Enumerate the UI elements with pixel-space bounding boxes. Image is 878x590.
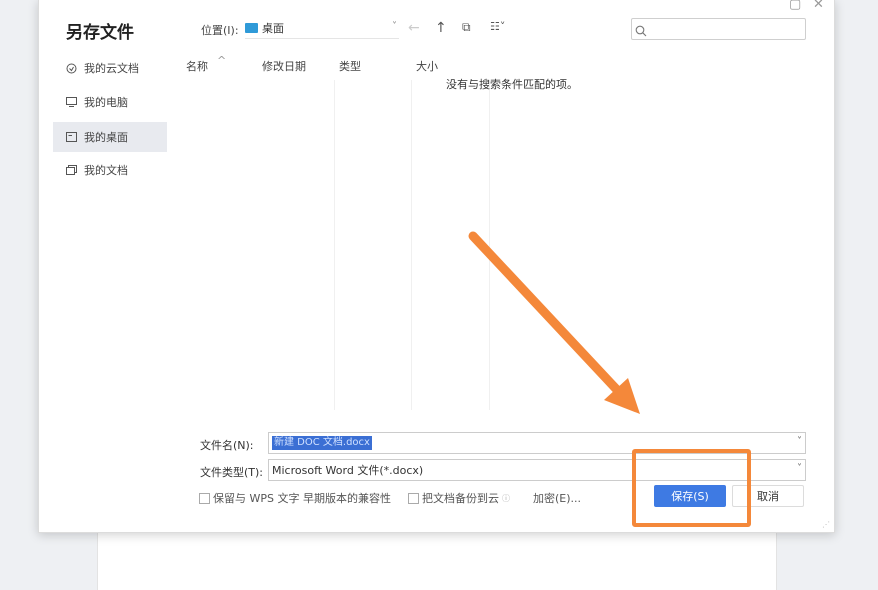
annotation-arrow-shaft [468, 231, 624, 397]
annotation-arrow [468, 231, 640, 414]
